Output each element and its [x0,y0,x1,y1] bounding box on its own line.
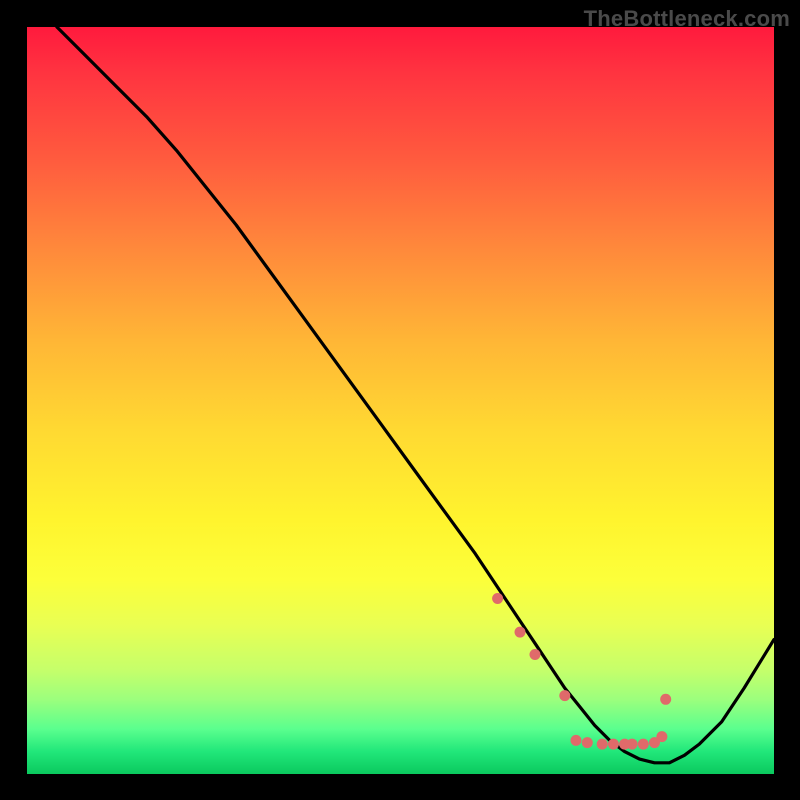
trough-dot [571,735,582,746]
bottleneck-curve [57,27,774,763]
trough-dot [515,627,526,638]
trough-dot [656,731,667,742]
trough-dot [660,694,671,705]
plot-area [27,27,774,774]
trough-dot [530,649,541,660]
trough-dot [582,737,593,748]
chart-frame: TheBottleneck.com [0,0,800,800]
trough-dot [492,593,503,604]
chart-svg [27,27,774,774]
trough-dot [608,739,619,750]
trough-dot [597,739,608,750]
trough-dot [627,739,638,750]
trough-dot [638,739,649,750]
trough-dot [559,690,570,701]
